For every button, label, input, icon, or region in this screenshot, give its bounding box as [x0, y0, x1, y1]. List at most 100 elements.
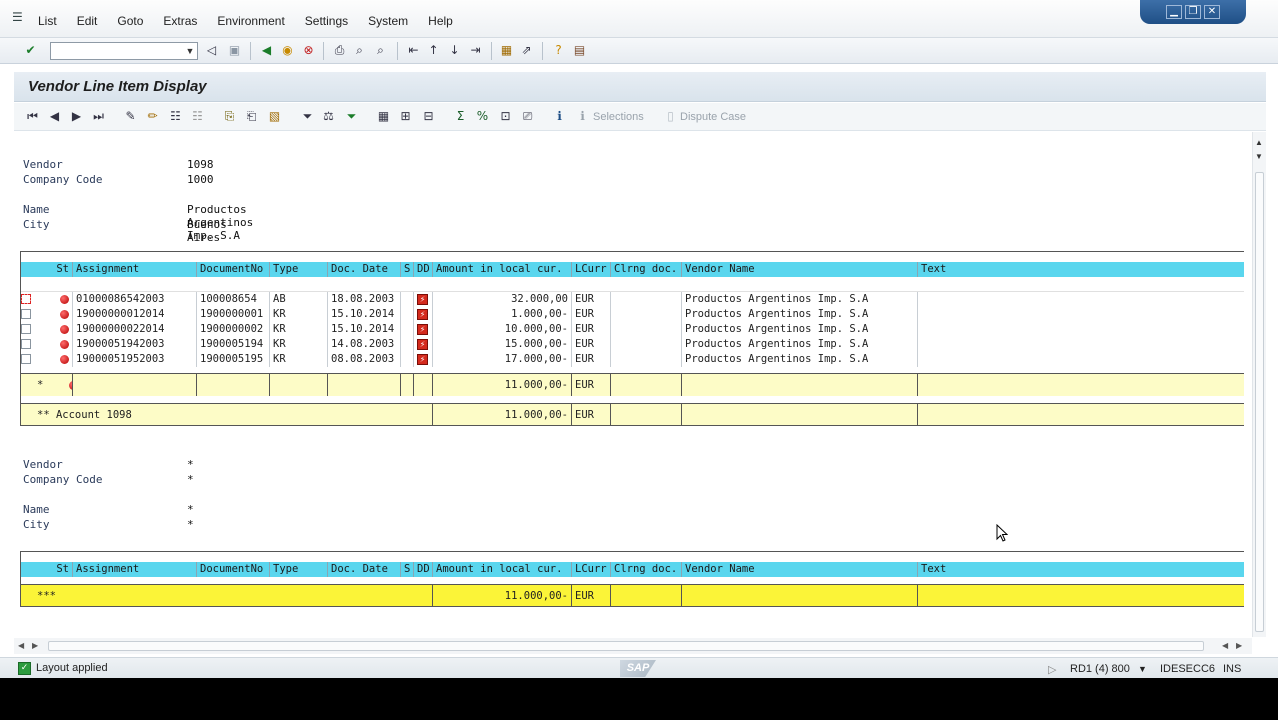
document-overview-icon[interactable]: ⎗	[243, 108, 260, 125]
horizontal-scroll-thumb[interactable]	[48, 641, 1204, 651]
scroll-right-end-icon[interactable]: ▶	[1236, 641, 1242, 650]
deselect-icon[interactable]: ☷	[189, 108, 206, 125]
col-document-no[interactable]: DocumentNo	[197, 262, 270, 277]
col-s[interactable]: S	[401, 562, 414, 577]
insert-mode[interactable]: INS	[1223, 663, 1241, 675]
col-clrng-doc[interactable]: Clrng doc.	[611, 262, 682, 277]
table-row[interactable]: 01000086542003 100008654 AB 18.08.2003 ⚡…	[21, 292, 1244, 307]
col-vendor-name[interactable]: Vendor Name	[682, 562, 918, 577]
previous-item-icon[interactable]: ◀	[46, 108, 63, 125]
col-amount[interactable]: Amount in local cur.	[433, 562, 572, 577]
find-icon[interactable]: ⌕	[351, 42, 368, 59]
system-info[interactable]: RD1 (4) 800	[1070, 663, 1130, 675]
new-session-icon[interactable]: ▦	[498, 42, 515, 59]
scroll-left-end-icon[interactable]: ◀	[1222, 641, 1228, 650]
select-all-icon[interactable]: ☷	[167, 108, 184, 125]
prev-page-icon[interactable]: ↑	[425, 42, 442, 59]
col-assignment[interactable]: Assignment	[73, 562, 197, 577]
table-row[interactable]: 19000051952003 1900005195 KR 08.08.2003 …	[21, 352, 1244, 367]
local-file-icon[interactable]: ⎚	[519, 108, 536, 125]
note-icon[interactable]: ▧	[266, 108, 283, 125]
chevron-down-icon[interactable]: ▼	[184, 44, 196, 58]
table-row[interactable]: 19000000012014 1900000001 KR 15.10.2014 …	[21, 307, 1244, 322]
col-doc-date[interactable]: Doc. Date	[328, 562, 401, 577]
col-assignment[interactable]: Assignment	[73, 262, 197, 277]
subtotal-icon[interactable]: %	[474, 108, 491, 125]
export-icon[interactable]: ⊡	[497, 108, 514, 125]
col-status[interactable]: St	[21, 262, 73, 277]
menu-system[interactable]: System	[368, 14, 408, 28]
cancel-icon[interactable]: ⊗	[300, 42, 317, 59]
col-s[interactable]: S	[401, 262, 414, 277]
back-icon[interactable]: ◀	[258, 42, 275, 59]
scroll-right-icon[interactable]: ▶	[32, 641, 38, 650]
enter-icon[interactable]: ✔	[22, 42, 39, 59]
col-status[interactable]: St	[21, 562, 73, 577]
col-document-no[interactable]: DocumentNo	[197, 562, 270, 577]
customize-icon[interactable]: ▤	[571, 42, 588, 59]
table-row[interactable]: 19000000022014 1900000002 KR 15.10.2014 …	[21, 322, 1244, 337]
account-total-row[interactable]: ** Account 1098 11.000,00- EUR	[21, 404, 1244, 426]
scroll-up-icon[interactable]: ▼	[1255, 152, 1263, 161]
system-dropdown-icon[interactable]: ▼	[1138, 664, 1147, 674]
dispute-case-button[interactable]: Dispute Case	[680, 111, 746, 123]
first-page-icon[interactable]: ⇤	[405, 42, 422, 59]
sum-icon[interactable]: Σ	[452, 108, 469, 125]
vertical-scrollbar[interactable]: ▲ ▼	[1252, 132, 1266, 637]
minimize-icon[interactable]: ▁	[1166, 5, 1182, 19]
subtotal-row[interactable]: * 11.000,00- EUR	[21, 374, 1244, 396]
choose-layout-icon[interactable]: ⊞	[397, 108, 414, 125]
vertical-scroll-thumb[interactable]	[1255, 172, 1264, 632]
col-type[interactable]: Type	[270, 562, 328, 577]
menu-extras[interactable]: Extras	[163, 14, 197, 28]
first-item-icon[interactable]: ⏮	[24, 108, 41, 125]
display-change-icon[interactable]: ✎	[122, 108, 139, 125]
col-clrng-doc[interactable]: Clrng doc.	[611, 562, 682, 577]
sort-icon[interactable]: ⚖	[320, 108, 337, 125]
collapse-icon[interactable]: ◁	[203, 42, 220, 59]
menu-settings[interactable]: Settings	[305, 14, 348, 28]
col-type[interactable]: Type	[270, 262, 328, 277]
last-item-icon[interactable]: ⏭	[90, 108, 107, 125]
menu-icon[interactable]: ☰	[12, 11, 26, 23]
filter-icon[interactable]: ⏷	[299, 108, 316, 125]
exit-icon[interactable]: ◉	[279, 42, 296, 59]
find-next-icon[interactable]: ⌕	[372, 42, 389, 59]
last-page-icon[interactable]: ⇥	[467, 42, 484, 59]
col-text[interactable]: Text	[918, 562, 1244, 577]
save-layout-icon[interactable]: ⊟	[420, 108, 437, 125]
col-lcurr[interactable]: LCurr	[572, 562, 611, 577]
menu-goto[interactable]: Goto	[117, 14, 143, 28]
command-field[interactable]	[50, 42, 198, 60]
col-amount[interactable]: Amount in local cur.	[433, 262, 572, 277]
col-dd[interactable]: DD	[414, 562, 433, 577]
status-message[interactable]: Layout applied	[36, 662, 108, 674]
set-filter-icon[interactable]: ⏷	[343, 108, 360, 125]
table-row[interactable]: 19000051942003 1900005194 KR 14.08.2003 …	[21, 337, 1244, 352]
col-doc-date[interactable]: Doc. Date	[328, 262, 401, 277]
save-icon[interactable]: ▣	[226, 42, 243, 59]
edit-pencil-icon[interactable]: ✏	[144, 108, 161, 125]
shortcut-icon[interactable]: ⇗	[518, 42, 535, 59]
scroll-left-icon[interactable]: ◀	[18, 641, 24, 650]
scroll-top-icon[interactable]: ▲	[1255, 138, 1263, 147]
status-expand-icon[interactable]: ▷	[1048, 663, 1056, 676]
help-icon[interactable]: ?	[550, 42, 567, 59]
col-lcurr[interactable]: LCurr	[572, 262, 611, 277]
next-page-icon[interactable]: ↓	[446, 42, 463, 59]
col-text[interactable]: Text	[918, 262, 1244, 277]
info-icon[interactable]: ℹ	[551, 108, 568, 125]
menu-edit[interactable]: Edit	[77, 14, 98, 28]
menu-list[interactable]: List	[38, 14, 57, 28]
restore-icon[interactable]: ❐	[1185, 5, 1201, 19]
col-vendor-name[interactable]: Vendor Name	[682, 262, 918, 277]
grid-layout-icon[interactable]: ▦	[375, 108, 392, 125]
menu-help[interactable]: Help	[428, 14, 453, 28]
col-dd[interactable]: DD	[414, 262, 433, 277]
horizontal-scrollbar[interactable]: ◀ ▶ ◀ ▶	[14, 638, 1252, 654]
menu-environment[interactable]: Environment	[217, 14, 284, 28]
document-icon[interactable]: ⎘	[221, 108, 238, 125]
grand-total-row[interactable]: *** 11.000,00- EUR	[21, 585, 1244, 607]
selections-button[interactable]: Selections	[593, 111, 644, 123]
print-icon[interactable]: ⎙	[331, 42, 348, 59]
